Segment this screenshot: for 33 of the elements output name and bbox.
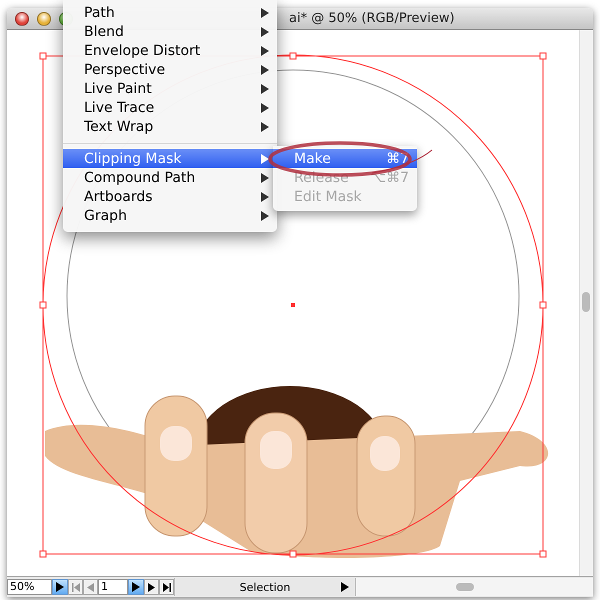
next-page-button[interactable] — [144, 579, 159, 595]
caret-icon — [132, 582, 140, 592]
caret-icon — [56, 582, 64, 592]
menu-arrow-icon — [341, 582, 349, 592]
tool-status-button[interactable]: Selection — [174, 578, 356, 596]
zoom-dropdown-button[interactable] — [52, 579, 68, 595]
last-page-icon — [162, 582, 170, 592]
menu-item[interactable]: Compound Path — [63, 168, 277, 187]
horizontal-scrollbar[interactable] — [356, 578, 593, 596]
minimize-button[interactable] — [37, 12, 51, 26]
menu-item[interactable]: Text Wrap — [63, 117, 277, 136]
menu-item[interactable]: Live Paint — [63, 79, 277, 98]
menu-item[interactable]: Perspective — [63, 60, 277, 79]
menu-item[interactable]: Live Trace — [63, 98, 277, 117]
close-button[interactable] — [15, 12, 29, 26]
menu-item[interactable]: Graph — [63, 206, 277, 225]
previous-page-button[interactable] — [83, 579, 98, 595]
menu-item[interactable]: Path — [63, 3, 277, 22]
scroll-thumb[interactable] — [582, 292, 590, 312]
window-title: ai* @ 50% (RGB/Preview) — [289, 11, 455, 26]
menu-item[interactable]: Blend — [63, 22, 277, 41]
zoom-field[interactable]: 50% — [7, 579, 52, 595]
menu-item[interactable]: Envelope Distort — [63, 41, 277, 60]
menu-item[interactable]: Make ⌘7 — [273, 149, 417, 168]
page-field[interactable]: 1 — [98, 579, 128, 595]
scroll-thumb[interactable] — [456, 583, 474, 591]
first-page-icon — [72, 582, 80, 592]
last-page-button[interactable] — [159, 579, 174, 595]
center-point — [291, 303, 295, 307]
next-page-icon — [148, 582, 155, 592]
previous-page-icon — [87, 582, 94, 592]
page-dropdown-button[interactable] — [128, 579, 144, 595]
vertical-scrollbar[interactable] — [579, 30, 593, 576]
